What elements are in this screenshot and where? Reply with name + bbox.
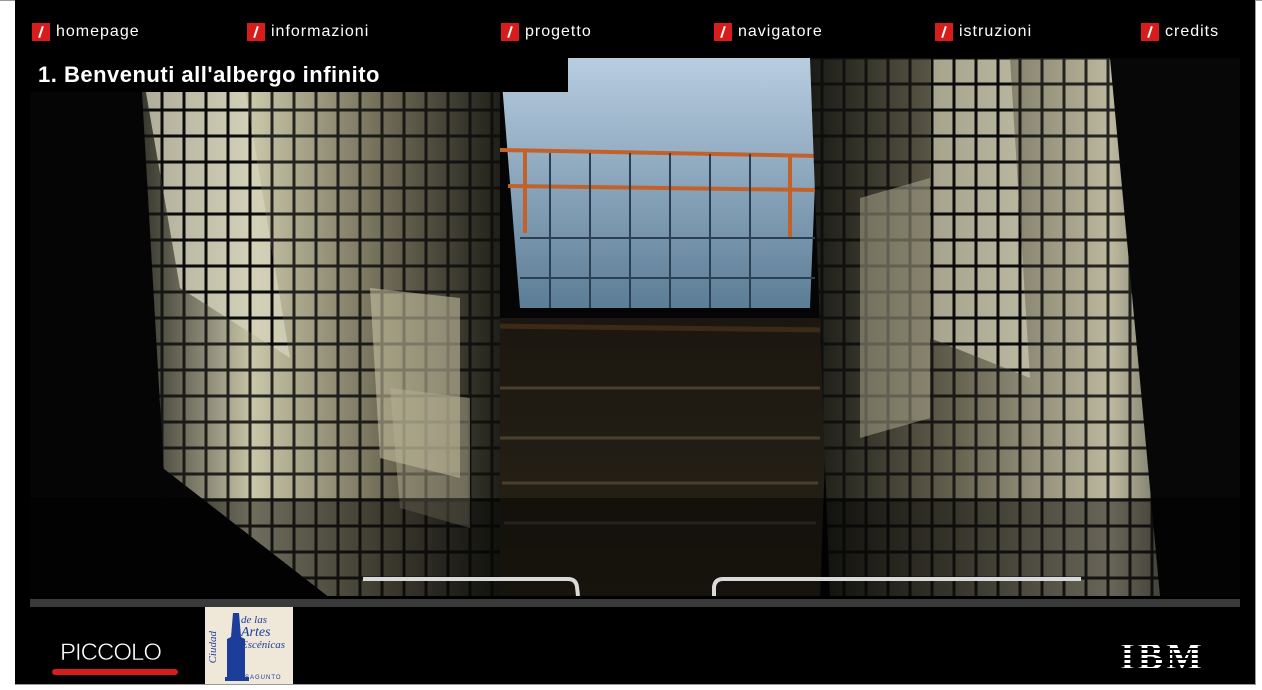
nav-item-istruzioni[interactable]: istruzioni	[935, 22, 1032, 42]
artes-escenicas-logo[interactable]: de las Artes Escénicas Ciudad SAGUNTO	[205, 607, 293, 684]
nav-item-label: istruzioni	[959, 23, 1033, 40]
nav-item-label: navigatore	[738, 23, 823, 40]
footer: PICCOLO de las Artes Escénicas Ciudad SA…	[30, 607, 1240, 684]
artes-logo-text: de las Artes Escénicas	[241, 615, 291, 651]
slash-icon	[501, 23, 519, 41]
bottom-divider	[30, 599, 1240, 607]
piccolo-logo[interactable]: PICCOLO	[52, 637, 182, 677]
slash-icon	[32, 23, 50, 41]
piccolo-logo-underline	[52, 669, 178, 675]
piccolo-logo-text: PICCOLO	[60, 639, 163, 667]
atrium-illustration	[30, 58, 1240, 596]
artes-logo-main: Artes	[241, 625, 271, 640]
ibm-logo[interactable]: IBM	[1120, 635, 1220, 679]
page-title: 1. Benvenuti all'albergo infinito	[28, 58, 568, 92]
slash-icon	[935, 23, 953, 41]
nav-item-homepage[interactable]: homepage	[32, 22, 140, 42]
slash-icon	[1141, 23, 1159, 41]
nav-item-label: informazioni	[271, 23, 370, 40]
artes-logo-bottom: SAGUNTO	[245, 675, 282, 681]
nav-item-progetto[interactable]: progetto	[501, 22, 592, 42]
main-nav: homepage informazioni progetto navigator…	[15, 14, 1255, 50]
artes-logo-side: Ciudad	[207, 631, 219, 664]
nav-item-label: progetto	[525, 23, 592, 40]
main-frame: homepage informazioni progetto navigator…	[15, 0, 1256, 685]
nav-item-credits[interactable]: credits	[1141, 22, 1219, 42]
nav-item-navigatore[interactable]: navigatore	[714, 22, 823, 42]
nav-item-label: credits	[1165, 23, 1220, 40]
nav-item-informazioni[interactable]: informazioni	[247, 22, 369, 42]
slash-icon	[714, 23, 732, 41]
hotel-atrium-image[interactable]	[30, 58, 1240, 596]
artes-logo-sub: Escénicas	[241, 639, 285, 651]
nav-item-label: homepage	[56, 23, 140, 40]
slash-icon	[247, 23, 265, 41]
